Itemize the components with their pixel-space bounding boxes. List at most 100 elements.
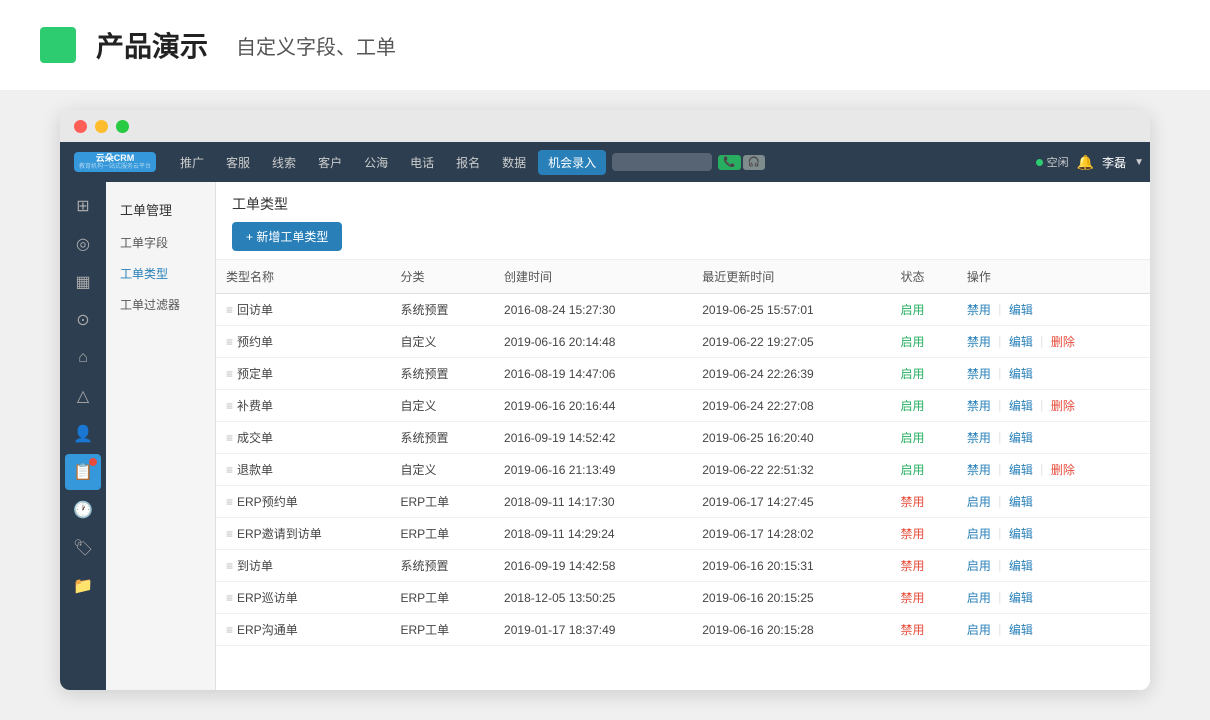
action-启用[interactable]: 启用 bbox=[967, 623, 991, 637]
cell-status: 启用 bbox=[890, 422, 956, 454]
action-separator: ｜ bbox=[1036, 335, 1048, 349]
action-编辑[interactable]: 编辑 bbox=[1009, 399, 1033, 413]
nav-item-kehu[interactable]: 客户 bbox=[308, 142, 352, 182]
cell-category: 系统预置 bbox=[390, 294, 494, 326]
close-button[interactable] bbox=[74, 120, 87, 133]
user-name[interactable]: 李磊 bbox=[1102, 154, 1126, 171]
nav-item-gonghai[interactable]: 公海 bbox=[354, 142, 398, 182]
action-启用[interactable]: 启用 bbox=[967, 527, 991, 541]
sidebar-icon-compass[interactable]: ⊙ bbox=[65, 302, 101, 338]
table-row: ≡预定单系统预置2016-08-19 14:47:062019-06-24 22… bbox=[216, 358, 1150, 390]
action-编辑[interactable]: 编辑 bbox=[1009, 623, 1033, 637]
app-logo: 云朵CRM 教育机构一站式服务云平台 bbox=[66, 152, 164, 172]
sidebar-icon-grid[interactable]: ⊞ bbox=[65, 188, 101, 224]
action-编辑[interactable]: 编辑 bbox=[1009, 303, 1033, 317]
sub-sidebar-item-types[interactable]: 工单类型 bbox=[106, 258, 215, 289]
status-badge: 启用 bbox=[900, 431, 924, 445]
action-编辑[interactable]: 编辑 bbox=[1009, 431, 1033, 445]
table-header-row: 类型名称 分类 创建时间 最近更新时间 状态 操作 bbox=[216, 260, 1150, 294]
action-separator: ｜ bbox=[994, 527, 1006, 541]
user-dropdown-icon[interactable]: ▼ bbox=[1134, 157, 1144, 168]
cell-name: ≡ERP预约单 bbox=[216, 486, 390, 518]
sidebar-icon-tag[interactable]: 🏷 bbox=[65, 530, 101, 566]
action-编辑[interactable]: 编辑 bbox=[1009, 527, 1033, 541]
headset-icon[interactable]: 🎧 bbox=[743, 155, 765, 170]
cell-status: 启用 bbox=[890, 358, 956, 390]
action-禁用[interactable]: 禁用 bbox=[967, 463, 991, 477]
cell-created: 2016-08-24 15:27:30 bbox=[494, 294, 692, 326]
sidebar-icon-workorder[interactable]: 📋 bbox=[65, 454, 101, 490]
action-禁用[interactable]: 禁用 bbox=[967, 367, 991, 381]
browser-window: 云朵CRM 教育机构一站式服务云平台 推广 客服 线索 客户 公海 电话 报名 … bbox=[60, 110, 1150, 690]
action-启用[interactable]: 启用 bbox=[967, 495, 991, 509]
action-删除[interactable]: 删除 bbox=[1051, 335, 1075, 349]
logo-box: 云朵CRM 教育机构一站式服务云平台 bbox=[74, 152, 156, 172]
maximize-button[interactable] bbox=[116, 120, 129, 133]
cell-actions: 禁用｜编辑 bbox=[957, 358, 1150, 390]
sub-sidebar-title: 工单管理 bbox=[106, 192, 215, 227]
cell-created: 2016-09-19 14:52:42 bbox=[494, 422, 692, 454]
cell-status: 禁用 bbox=[890, 614, 956, 646]
cell-category: 自定义 bbox=[390, 326, 494, 358]
nav-item-tuiguang[interactable]: 推广 bbox=[170, 142, 214, 182]
action-编辑[interactable]: 编辑 bbox=[1009, 463, 1033, 477]
nav-item-kefu[interactable]: 客服 bbox=[216, 142, 260, 182]
status-badge: 启用 bbox=[900, 367, 924, 381]
sub-sidebar-item-filter[interactable]: 工单过滤器 bbox=[106, 289, 215, 320]
sidebar-icon-clock[interactable]: 🕐 bbox=[65, 492, 101, 528]
row-handle-icon: ≡ bbox=[226, 303, 233, 317]
action-编辑[interactable]: 编辑 bbox=[1009, 591, 1033, 605]
status-dot bbox=[1036, 159, 1043, 166]
nav-item-shuju[interactable]: 数据 bbox=[492, 142, 536, 182]
table-container: 类型名称 分类 创建时间 最近更新时间 状态 操作 ≡回访单系统预置2016-0… bbox=[216, 260, 1150, 690]
action-编辑[interactable]: 编辑 bbox=[1009, 495, 1033, 509]
action-禁用[interactable]: 禁用 bbox=[967, 303, 991, 317]
cell-category: ERP工单 bbox=[390, 486, 494, 518]
sub-sidebar-item-fields[interactable]: 工单字段 bbox=[106, 227, 215, 258]
action-separator: ｜ bbox=[994, 367, 1006, 381]
cell-created: 2018-09-11 14:29:24 bbox=[494, 518, 692, 550]
nav-item-baoming[interactable]: 报名 bbox=[446, 142, 490, 182]
opportunity-button[interactable]: 机会录入 bbox=[538, 150, 606, 175]
table-row: ≡ERP邀请到访单ERP工单2018-09-11 14:29:242019-06… bbox=[216, 518, 1150, 550]
col-actions: 操作 bbox=[957, 260, 1150, 294]
minimize-button[interactable] bbox=[95, 120, 108, 133]
nav-search-input[interactable] bbox=[612, 153, 712, 171]
action-编辑[interactable]: 编辑 bbox=[1009, 559, 1033, 573]
cell-actions: 启用｜编辑 bbox=[957, 518, 1150, 550]
sidebar-icon-user[interactable]: 👤 bbox=[65, 416, 101, 452]
sidebar-icon-folder[interactable]: 📁 bbox=[65, 568, 101, 604]
action-启用[interactable]: 启用 bbox=[967, 591, 991, 605]
cell-created: 2019-06-16 20:14:48 bbox=[494, 326, 692, 358]
row-handle-icon: ≡ bbox=[226, 527, 233, 541]
logo-subtitle: 教育机构一站式服务云平台 bbox=[79, 164, 151, 171]
status-badge: 禁用 bbox=[900, 623, 924, 637]
sidebar-icon-chart[interactable]: ▦ bbox=[65, 264, 101, 300]
phone-icon[interactable]: 📞 bbox=[718, 155, 740, 170]
cell-category: 自定义 bbox=[390, 454, 494, 486]
status-badge: 禁用 bbox=[900, 591, 924, 605]
bell-nav-icon[interactable]: 🔔 bbox=[1077, 154, 1094, 171]
sidebar-icon-bell[interactable]: △ bbox=[65, 378, 101, 414]
action-禁用[interactable]: 禁用 bbox=[967, 335, 991, 349]
header-icon bbox=[40, 27, 76, 63]
action-启用[interactable]: 启用 bbox=[967, 559, 991, 573]
table-row: ≡成交单系统预置2016-09-19 14:52:422019-06-25 16… bbox=[216, 422, 1150, 454]
table-row: ≡到访单系统预置2016-09-19 14:42:582019-06-16 20… bbox=[216, 550, 1150, 582]
status-badge: 启用 bbox=[900, 399, 924, 413]
action-删除[interactable]: 删除 bbox=[1051, 463, 1075, 477]
logo-text: 云朵CRM bbox=[96, 154, 135, 164]
add-type-button[interactable]: + 新增工单类型 bbox=[232, 222, 342, 251]
action-删除[interactable]: 删除 bbox=[1051, 399, 1075, 413]
cell-name: ≡退款单 bbox=[216, 454, 390, 486]
action-禁用[interactable]: 禁用 bbox=[967, 431, 991, 445]
cell-category: ERP工单 bbox=[390, 582, 494, 614]
sidebar-icon-home[interactable]: ⌂ bbox=[65, 340, 101, 376]
nav-item-dianhua[interactable]: 电话 bbox=[400, 142, 444, 182]
action-separator: ｜ bbox=[1036, 463, 1048, 477]
sidebar-icon-shield[interactable]: ◎ bbox=[65, 226, 101, 262]
action-编辑[interactable]: 编辑 bbox=[1009, 367, 1033, 381]
nav-item-xinsuo[interactable]: 线索 bbox=[262, 142, 306, 182]
action-编辑[interactable]: 编辑 bbox=[1009, 335, 1033, 349]
action-禁用[interactable]: 禁用 bbox=[967, 399, 991, 413]
